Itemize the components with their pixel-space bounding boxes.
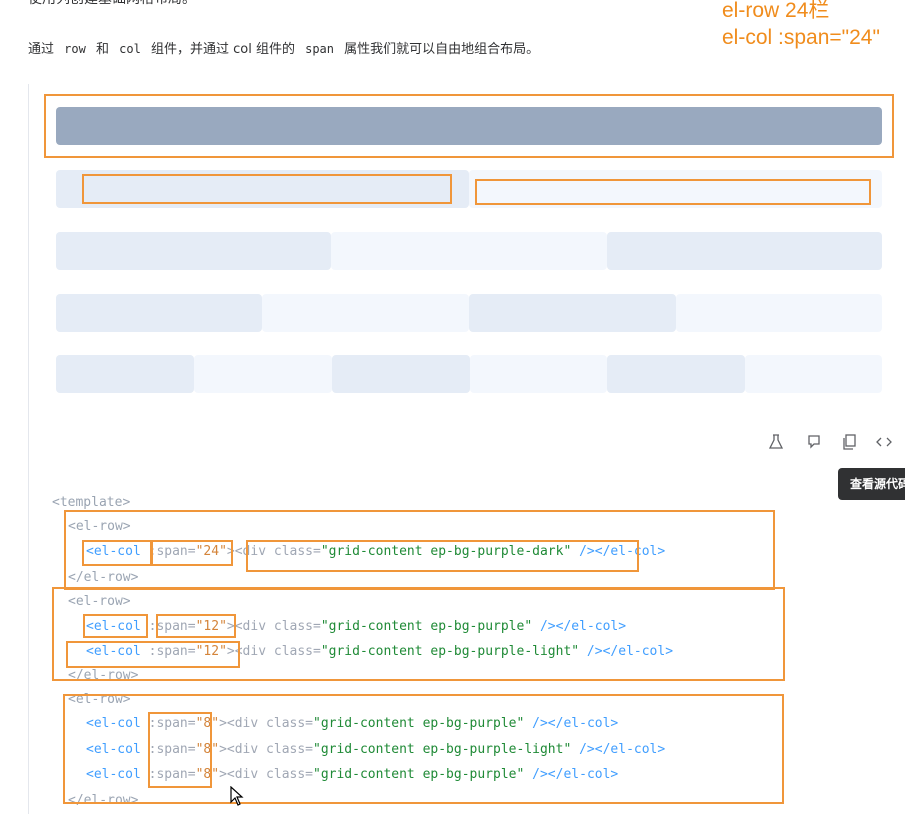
grid-col-span-4-purple-3 <box>607 355 745 393</box>
grid-col-span-6-light-1 <box>262 294 469 332</box>
grid-col-span-4-light-1 <box>194 355 332 393</box>
grid-col-span-4-purple-2 <box>332 355 470 393</box>
grid-col-span-8-purple-1 <box>56 232 331 270</box>
highlight-box-code-span24 <box>151 540 233 566</box>
intro-row-code: row <box>64 42 86 56</box>
intro-mid: 组件，并通过 col 组件的 <box>150 42 295 57</box>
intro-heading-text: 使用列创建基础网格布局。 <box>28 0 196 8</box>
annotation-line1: el-row 24栏 <box>722 0 830 22</box>
highlight-box-code-col12-tag <box>83 614 148 638</box>
intro-suffix: 属性我们就可以自由地组合布局。 <box>344 42 540 57</box>
github-icon[interactable] <box>807 434 821 454</box>
view-source-tooltip: 查看源代码 <box>838 468 905 500</box>
grid-col-span-4-light-2 <box>470 355 607 393</box>
highlight-box-col12-right <box>475 179 871 205</box>
highlight-box-code-span12-b <box>66 641 240 668</box>
flask-icon[interactable] <box>768 434 784 454</box>
intro-paragraph: 通过 row 和 col 组件，并通过 col 组件的 span 属性我们就可以… <box>28 38 539 57</box>
grid-col-span-4-purple-1 <box>56 355 194 393</box>
grid-col-span-8-purple-2 <box>607 232 882 270</box>
copy-icon[interactable] <box>842 434 856 454</box>
highlight-box-code-div <box>246 540 639 572</box>
highlight-box-col12-left <box>82 174 452 204</box>
grid-col-span-8-light <box>331 232 607 270</box>
highlight-box-row24 <box>44 94 894 158</box>
highlight-box-code-span12-a <box>156 614 236 638</box>
intro-prefix: 通过 <box>28 42 55 57</box>
code-line-template: <template> <box>52 495 131 510</box>
grid-col-span-6-purple-2 <box>469 294 676 332</box>
intro-col-code: col <box>119 42 141 56</box>
highlight-box-code-span8 <box>148 712 212 788</box>
code-icon[interactable] <box>876 434 892 454</box>
grid-col-span-6-purple-1 <box>56 294 262 332</box>
intro-and: 和 <box>95 42 109 57</box>
mouse-pointer-icon <box>230 785 244 810</box>
intro-span-code: span <box>305 42 334 56</box>
grid-col-span-6-light-2 <box>676 294 882 332</box>
highlight-box-code-col-tag <box>82 540 152 566</box>
grid-col-span-4-light-3 <box>745 355 882 393</box>
annotation-line2: el-col :span="24" <box>722 26 880 49</box>
